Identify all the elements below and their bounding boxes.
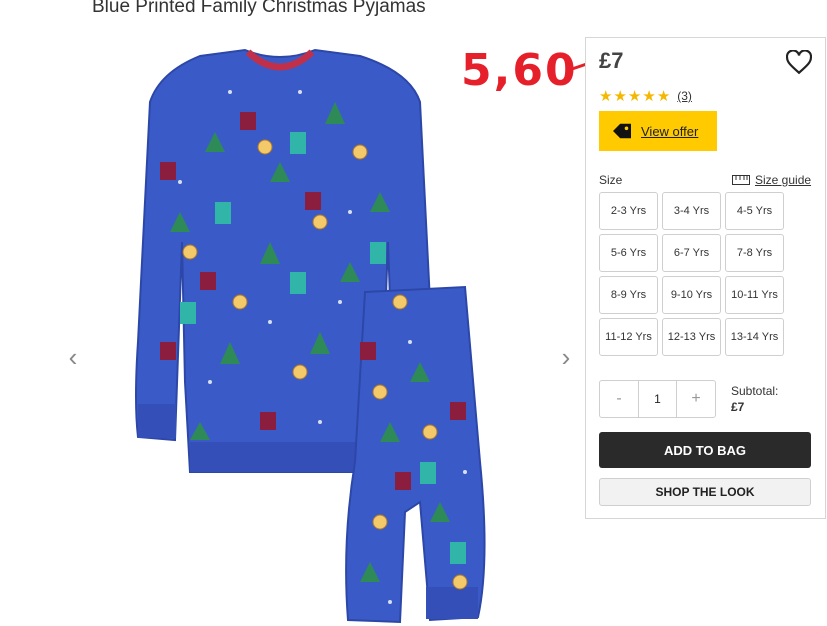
product-gallery: ‹ › — [60, 30, 580, 626]
size-option[interactable]: 4-5 Yrs — [725, 192, 784, 230]
star-icon: ★ — [613, 87, 627, 105]
star-icon: ★ — [642, 87, 656, 105]
subtotal: Subtotal: £7 — [731, 383, 778, 415]
chevron-left-icon[interactable]: ‹ — [62, 344, 84, 370]
size-option[interactable]: 7-8 Yrs — [725, 234, 784, 272]
size-option[interactable]: 12-13 Yrs — [662, 318, 721, 356]
size-option[interactable]: 13-14 Yrs — [725, 318, 784, 356]
product-price: £7 — [599, 48, 624, 73]
quantity-decrease-button[interactable]: - — [600, 381, 638, 417]
star-icon: ★ — [656, 87, 671, 105]
size-option[interactable]: 8-9 Yrs — [599, 276, 658, 314]
shop-the-look-button[interactable]: SHOP THE LOOK — [599, 478, 811, 506]
reviews-count-link[interactable]: (3) — [677, 89, 692, 103]
ruler-icon — [732, 175, 750, 185]
tag-icon — [613, 123, 631, 139]
star-icon: ★ — [599, 87, 613, 105]
size-option[interactable]: 3-4 Yrs — [662, 192, 721, 230]
chevron-right-icon[interactable]: › — [555, 344, 577, 370]
size-label: Size — [599, 173, 623, 187]
size-option[interactable]: 5-6 Yrs — [599, 234, 658, 272]
size-guide-link[interactable]: Size guide — [732, 173, 811, 187]
quantity-increase-button[interactable]: + — [677, 381, 715, 417]
size-guide-label: Size guide — [755, 173, 812, 187]
product-title: Blue Printed Family Christmas Pyjamas — [92, 0, 426, 17]
size-option[interactable]: 11-12 Yrs — [599, 318, 658, 356]
subtotal-value: £7 — [731, 400, 745, 414]
size-option[interactable]: 6-7 Yrs — [662, 234, 721, 272]
product-image — [135, 48, 486, 624]
size-option[interactable]: 10-11 Yrs — [725, 276, 784, 314]
handwritten-price-annotation: 5,60 — [461, 45, 578, 96]
subtotal-label: Subtotal: — [731, 384, 779, 398]
heart-icon[interactable] — [786, 50, 812, 76]
size-option[interactable]: 9-10 Yrs — [662, 276, 721, 314]
view-offer-button[interactable]: View offer — [599, 111, 717, 151]
purchase-panel: £7 ★ ★ ★ ★ ★ (3) View offer Size Size gu… — [585, 37, 826, 519]
quantity-value[interactable]: 1 — [638, 381, 677, 417]
rating-stars: ★ ★ ★ ★ ★ (3) — [599, 88, 692, 104]
size-option[interactable]: 2-3 Yrs — [599, 192, 658, 230]
star-icon: ★ — [627, 87, 642, 105]
add-to-bag-button[interactable]: ADD TO BAG — [599, 432, 811, 468]
size-options-grid: 2-3 Yrs 3-4 Yrs 4-5 Yrs 5-6 Yrs 6-7 Yrs … — [599, 192, 784, 356]
view-offer-label: View offer — [641, 123, 699, 139]
quantity-stepper: - 1 + — [599, 380, 716, 418]
